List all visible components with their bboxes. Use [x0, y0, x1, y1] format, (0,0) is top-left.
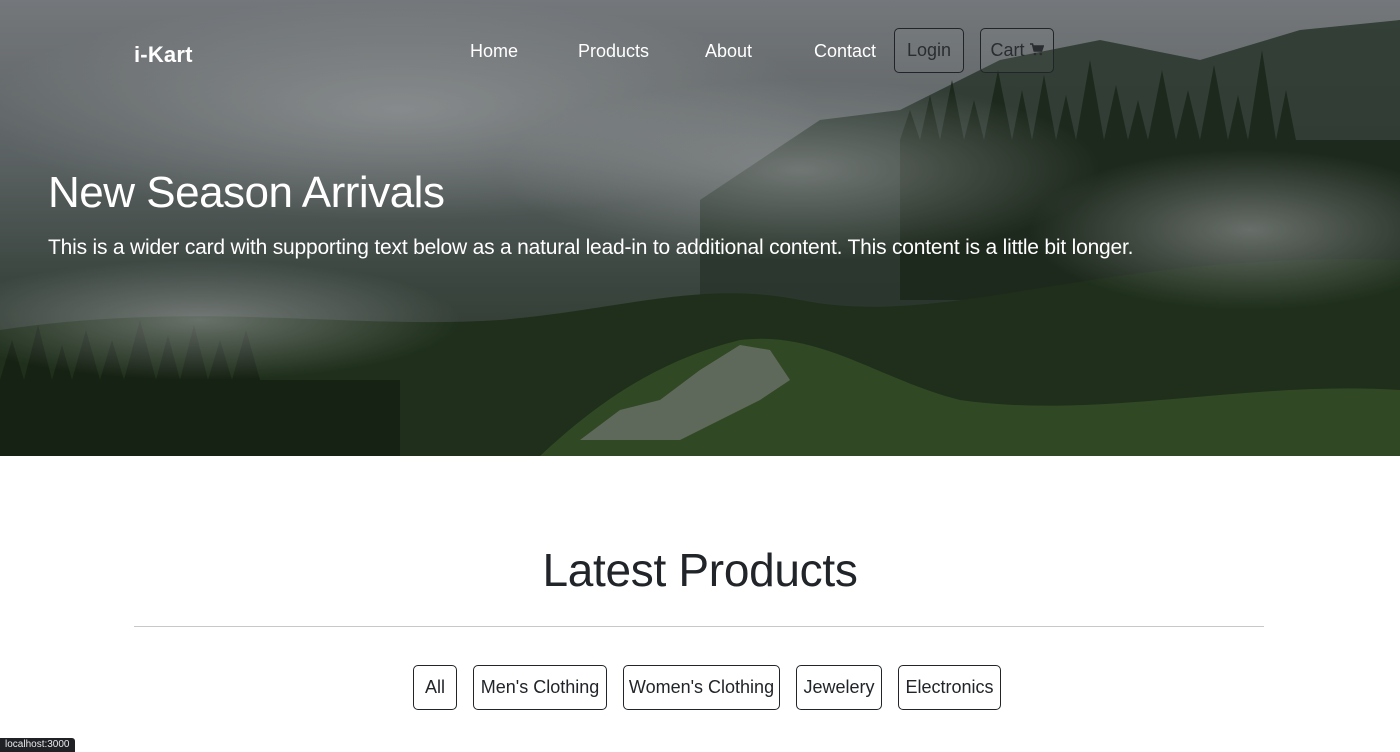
hero-text: This is a wider card with supporting tex… [48, 236, 1134, 259]
hero-banner: i-Kart Home Products About Contact Login… [0, 0, 1400, 456]
filter-mens-clothing-button[interactable]: Men's Clothing [473, 665, 607, 710]
login-button-label: Login [906, 40, 952, 60]
nav-products[interactable]: Products [578, 41, 649, 62]
latest-products-title: Latest Products [542, 544, 858, 596]
brand-logo[interactable]: i-Kart [134, 42, 193, 68]
cart-button-label: Cart [990, 40, 1025, 60]
hero-overlay [0, 0, 1400, 456]
cart-button[interactable]: Cart [980, 28, 1054, 73]
filter-electronics-button[interactable]: Electronics [898, 665, 1001, 710]
nav-home[interactable]: Home [470, 41, 518, 62]
section-divider [134, 626, 1264, 627]
nav-contact[interactable]: Contact [814, 41, 876, 62]
filter-all-button[interactable]: All [413, 665, 457, 710]
login-button[interactable]: Login [894, 28, 964, 73]
filter-jewelery-button[interactable]: Jewelery [796, 665, 882, 710]
nav-about[interactable]: About [705, 41, 752, 62]
filter-womens-clothing-button[interactable]: Women's Clothing [623, 665, 780, 710]
shopping-cart-icon [1029, 40, 1044, 61]
hero-title: New Season Arrivals [48, 168, 445, 217]
